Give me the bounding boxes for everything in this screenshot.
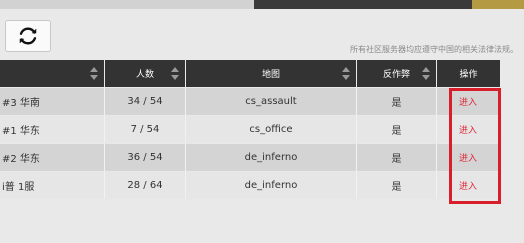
column-header-anticheat[interactable]: 反作弊 <box>357 60 436 87</box>
anticheat-status: 是 <box>357 172 437 199</box>
sort-icon[interactable] <box>171 67 179 80</box>
server-name: #3 华南 <box>0 88 105 115</box>
table-row: #1 华东 7 / 54 cs_office 是 进入 <box>0 116 500 143</box>
server-name: #2 华东 <box>0 144 105 171</box>
column-header-players[interactable]: 人数 <box>105 60 185 87</box>
player-count: 28 / 64 <box>105 172 186 199</box>
column-header-action: 操作 <box>437 60 500 87</box>
column-header-server[interactable] <box>0 60 104 87</box>
map-name: cs_assault <box>186 88 357 115</box>
table-row: i普 1服 28 / 64 de_inferno 是 进入 <box>0 172 500 199</box>
player-count: 7 / 54 <box>105 116 186 143</box>
sort-icon[interactable] <box>422 67 430 80</box>
map-name: de_inferno <box>186 172 357 199</box>
top-bar-accent-segment <box>472 0 524 9</box>
server-name: #1 华东 <box>0 116 105 143</box>
legal-notice: 所有社区服务器均应遵守中国的相关法律法规。 <box>350 45 518 54</box>
player-count: 34 / 54 <box>105 88 186 115</box>
action-cell: 进入 <box>437 88 500 115</box>
map-name: de_inferno <box>186 144 357 171</box>
table-row: #3 华南 34 / 54 cs_assault 是 进入 <box>0 88 500 115</box>
top-bar-dark-segment <box>254 0 472 9</box>
action-cell: 进入 <box>437 172 500 199</box>
anticheat-status: 是 <box>357 88 437 115</box>
player-count: 36 / 54 <box>105 144 186 171</box>
refresh-icon <box>19 27 37 45</box>
action-cell: 进入 <box>437 144 500 171</box>
enter-server-link[interactable]: 进入 <box>459 123 477 136</box>
enter-server-link[interactable]: 进入 <box>459 179 477 192</box>
action-cell: 进入 <box>437 116 500 143</box>
table-row: #2 华东 36 / 54 de_inferno 是 进入 <box>0 144 500 171</box>
server-name: i普 1服 <box>0 172 105 199</box>
sort-icon[interactable] <box>90 67 98 80</box>
server-table: 人数 地图 反作弊 操作 #3 华南 34 / 54 cs_assault 是 … <box>0 60 500 200</box>
enter-server-link[interactable]: 进入 <box>459 95 477 108</box>
enter-server-link[interactable]: 进入 <box>459 151 477 164</box>
anticheat-status: 是 <box>357 144 437 171</box>
map-name: cs_office <box>186 116 357 143</box>
sort-icon[interactable] <box>342 67 350 80</box>
anticheat-status: 是 <box>357 116 437 143</box>
column-header-map[interactable]: 地图 <box>186 60 356 87</box>
refresh-button[interactable] <box>5 20 51 52</box>
